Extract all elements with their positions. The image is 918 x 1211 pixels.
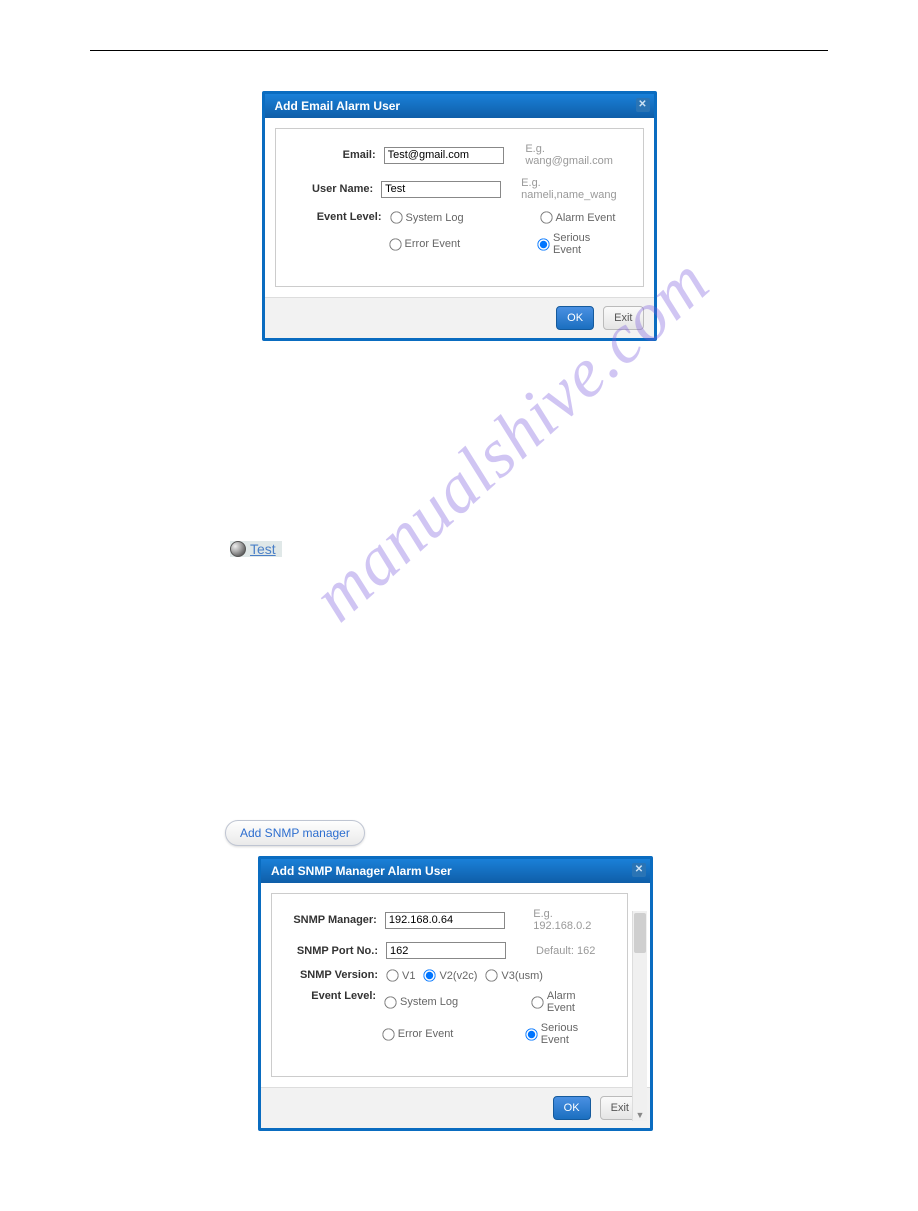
alarm-event-label: Alarm Event <box>556 212 616 224</box>
system-log-radio[interactable] <box>390 211 402 223</box>
email-hint: E.g. wang@gmail.com <box>525 143 628 167</box>
snmp-port-label: SNMP Port No.: <box>286 945 386 957</box>
scroll-down-icon[interactable]: ▼ <box>634 1109 646 1121</box>
serious-event-label: Serious Event <box>553 232 621 256</box>
snmp-manager-label: SNMP Manager: <box>286 914 385 926</box>
v3-label: V3(usm) <box>501 970 543 982</box>
v2-radio[interactable] <box>424 969 436 981</box>
test-link[interactable]: Test <box>230 541 282 557</box>
dialog-title: Add Email Alarm User ✕ <box>265 94 654 118</box>
error-event-radio[interactable] <box>382 1028 394 1040</box>
test-link-label: Test <box>250 541 276 557</box>
form-frame: Email: E.g. wang@gmail.com User Name: E.… <box>275 128 644 287</box>
form-frame: SNMP Manager: E.g. 192.168.0.2 SNMP Port… <box>271 893 628 1077</box>
add-email-alarm-user-dialog: Add Email Alarm User ✕ Email: E.g. wang@… <box>262 91 657 341</box>
system-log-radio[interactable] <box>384 996 396 1008</box>
alarm-event-radio[interactable] <box>540 211 552 223</box>
serious-event-radio[interactable] <box>525 1028 537 1040</box>
ok-button[interactable]: OK <box>556 306 594 330</box>
system-log-label: System Log <box>400 996 458 1008</box>
serious-event-label: Serious Event <box>541 1022 605 1046</box>
dialog-footer: OK Exit <box>261 1087 650 1128</box>
error-event-label: Error Event <box>398 1028 454 1040</box>
error-event-radio[interactable] <box>389 238 401 250</box>
v2-label: V2(v2c) <box>439 970 477 982</box>
dialog-title-text: Add SNMP Manager Alarm User <box>271 864 452 878</box>
v1-label: V1 <box>402 970 415 982</box>
add-snmp-manager-button[interactable]: Add SNMP manager <box>225 820 365 846</box>
close-icon[interactable]: ✕ <box>636 98 650 112</box>
username-hint: E.g. nameli,name_wang <box>521 177 628 201</box>
ok-button[interactable]: OK <box>553 1096 591 1120</box>
dialog-title-text: Add Email Alarm User <box>275 99 401 113</box>
snmp-manager-input[interactable] <box>385 912 505 929</box>
system-log-label: System Log <box>406 212 464 224</box>
close-icon[interactable]: ✕ <box>632 863 646 877</box>
snmp-manager-hint: E.g. 192.168.0.2 <box>533 908 613 932</box>
v3-radio[interactable] <box>486 969 498 981</box>
globe-icon <box>230 541 246 557</box>
snmp-port-input[interactable] <box>386 942 506 959</box>
dialog-title: Add SNMP Manager Alarm User ✕ <box>261 859 650 883</box>
snmp-version-label: SNMP Version: <box>286 969 386 982</box>
horizontal-rule <box>90 50 828 51</box>
email-input[interactable] <box>384 147 504 164</box>
alarm-event-radio[interactable] <box>531 996 543 1008</box>
username-input[interactable] <box>381 181 501 198</box>
username-label: User Name: <box>290 183 382 195</box>
v1-radio[interactable] <box>386 969 398 981</box>
snmp-port-hint: Default: 162 <box>536 945 595 957</box>
error-event-label: Error Event <box>405 238 461 250</box>
event-level-label: Event Level: <box>290 211 390 224</box>
dialog-footer: OK Exit <box>265 297 654 338</box>
exit-button[interactable]: Exit <box>603 306 643 330</box>
event-level-label: Event Level: <box>286 990 384 1014</box>
add-snmp-manager-alarm-user-dialog: Add SNMP Manager Alarm User ✕ SNMP Manag… <box>258 856 653 1131</box>
email-label: Email: <box>290 149 384 161</box>
alarm-event-label: Alarm Event <box>547 990 605 1014</box>
scrollbar-thumb[interactable] <box>634 913 646 953</box>
serious-event-radio[interactable] <box>537 238 549 250</box>
